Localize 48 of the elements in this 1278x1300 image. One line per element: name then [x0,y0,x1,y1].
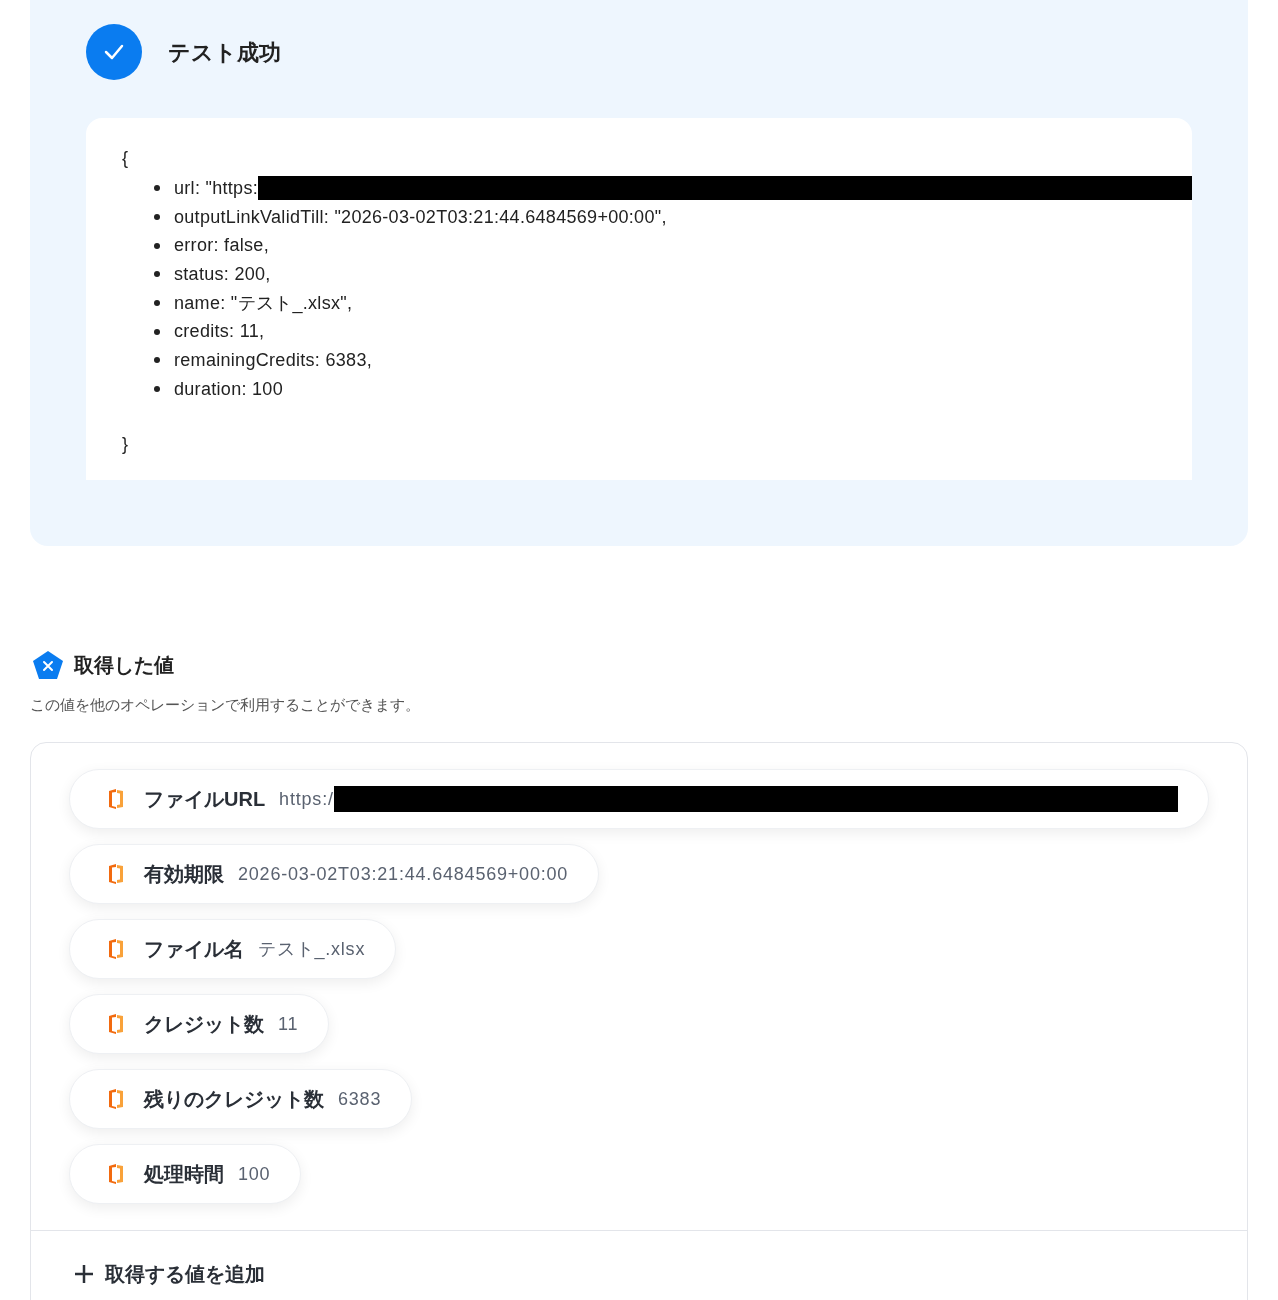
result-title: テスト成功 [168,38,281,67]
bullet-icon [154,386,160,393]
document-icon [108,1013,124,1035]
output-line: status: 200, [174,262,271,286]
variable-icon [32,649,64,680]
value-text: https:/ [279,787,334,811]
value-chip[interactable]: クレジット数 11 [69,994,330,1054]
bullet-icon [154,300,160,307]
document-icon [108,1163,124,1185]
value-label: 残りのクレジット数 [144,1087,324,1112]
bullet-icon [154,214,160,221]
output-line: url: "https: [174,176,259,200]
output-line: remainingCredits: 6383, [174,348,372,372]
value-label: 有効期限 [144,862,224,887]
document-icon [108,1088,124,1110]
document-icon [108,863,124,885]
plus-icon [73,1263,95,1285]
value-text: テスト_.xlsx [258,937,366,962]
bullet-icon [154,185,160,192]
value-chip[interactable]: 処理時間 100 [69,1144,302,1204]
bullet-icon [154,242,160,249]
document-icon [108,788,124,810]
bullet-icon [154,328,160,335]
output-line: name: "テスト_.xlsx", [174,291,353,316]
value-text: 6383 [338,1087,382,1111]
document-icon [108,938,124,960]
brace: { [122,147,130,170]
bullet-icon [154,357,160,364]
value-text: 11 [278,1012,299,1036]
value-chip[interactable]: ファイル名 テスト_.xlsx [69,919,397,979]
add-value-button[interactable]: 取得する値を追加 [73,1259,265,1289]
value-chip[interactable]: ファイルURL https:/ [69,769,1209,829]
value-chip[interactable]: 有効期限 2026-03-02T03:21:44.6484569+00:00 [69,844,600,904]
output-line: credits: 11, [174,320,265,344]
bullet-icon [154,271,160,278]
section-title: 取得した値 [74,652,174,678]
value-label: ファイルURL [144,787,266,812]
value-text: 100 [238,1162,271,1186]
brace: } [122,432,130,456]
output-line: error: false, [174,234,269,258]
value-chip[interactable]: 残りのクレジット数 6383 [69,1069,413,1129]
section-description: この値を他のオペレーションで利用することができます。 [30,694,421,715]
output-line: duration: 100 [174,377,283,401]
value-label: クレジット数 [144,1012,264,1037]
value-text: 2026-03-02T03:21:44.6484569+00:00 [238,862,569,886]
value-label: ファイル名 [144,937,244,962]
value-label: 処理時間 [144,1162,224,1187]
output-line: outputLinkValidTill: "2026-03-02T03:21:44.6484569+00:00", [174,205,667,229]
